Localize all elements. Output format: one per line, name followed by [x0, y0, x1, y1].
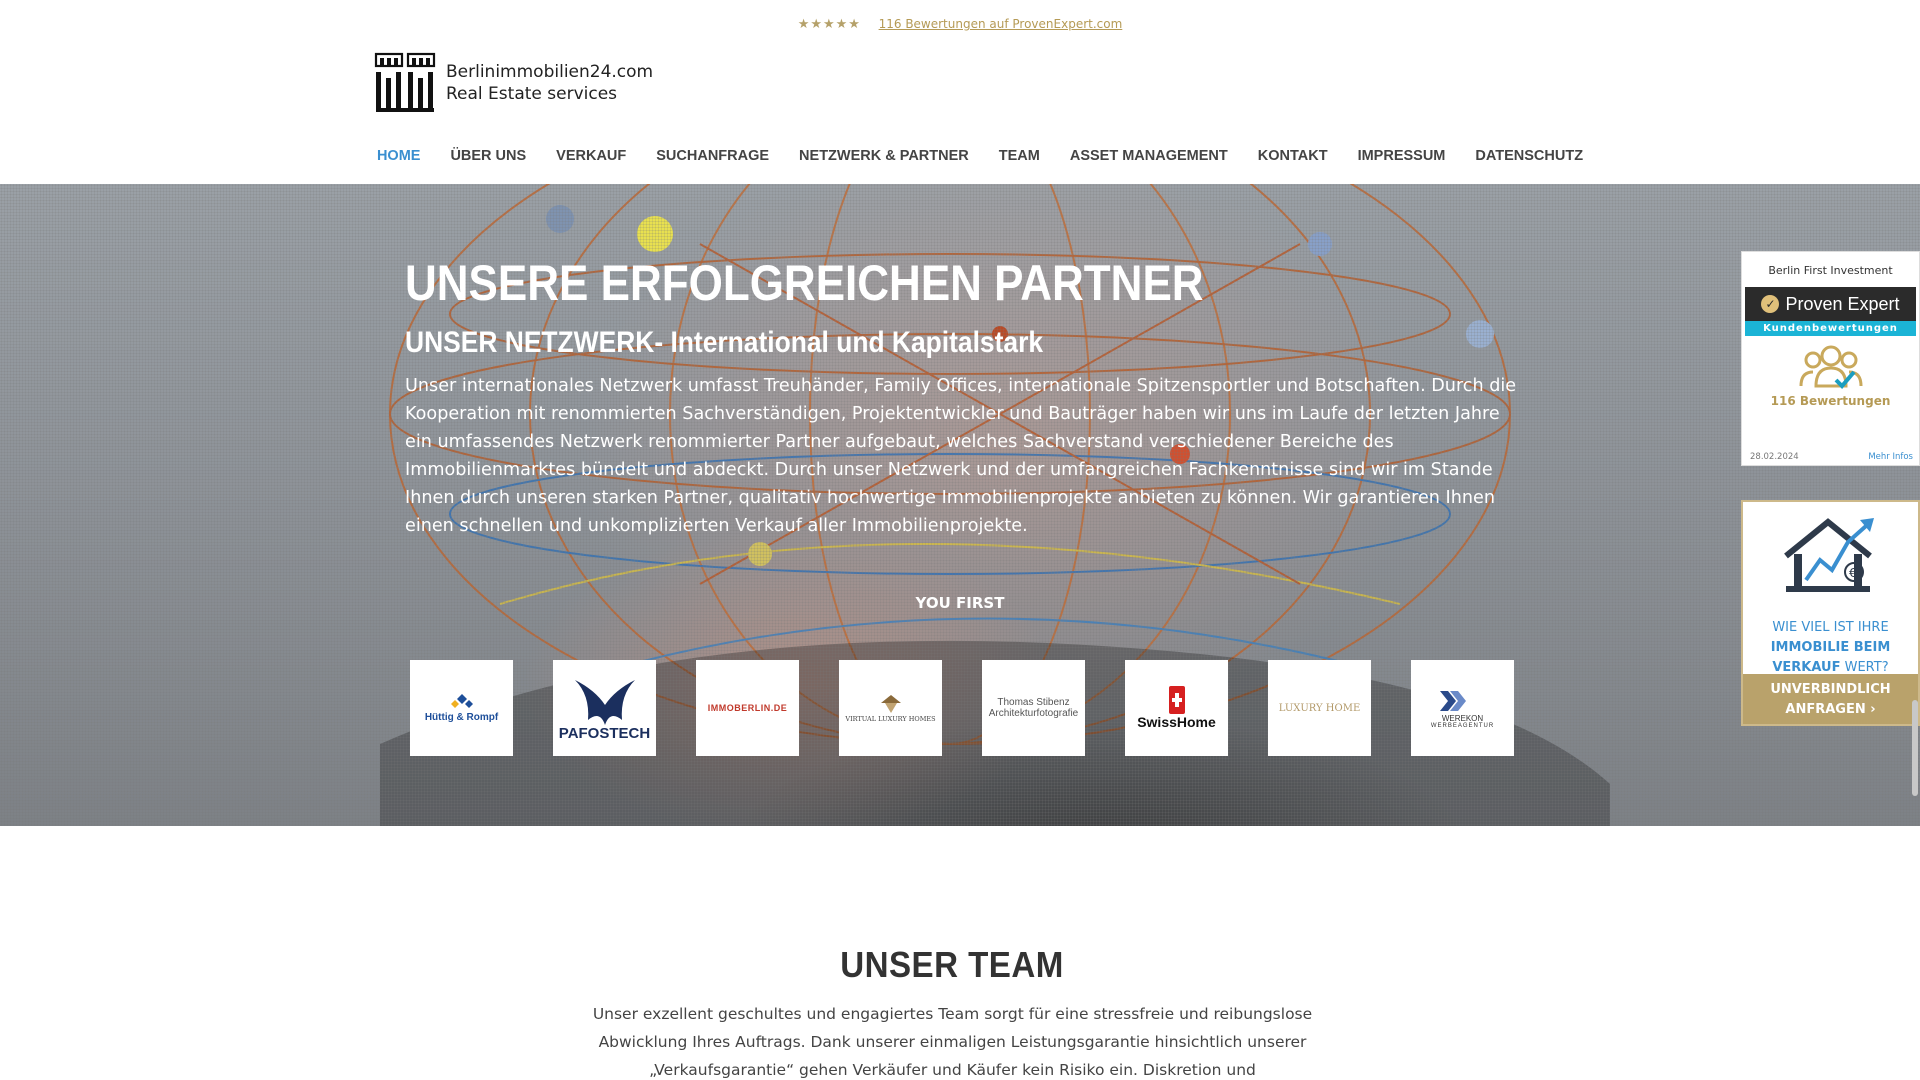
virtual-luxury-house-icon — [880, 695, 901, 713]
page-scrollbar[interactable] — [1912, 700, 1918, 796]
nav-item-netzwerk-partner[interactable]: NETZWERK & PARTNER — [784, 148, 984, 164]
you-first-label: YOU FIRST — [915, 594, 1005, 612]
partner-logo-swisshome[interactable]: SwissHome — [1125, 660, 1228, 756]
hero-body-text: Unser internationales Netzwerk umfasst T… — [405, 376, 1517, 536]
reviews-link[interactable]: 116 Bewertungen auf ProvenExpert.com — [879, 17, 1123, 31]
valuation-widget[interactable]: € WIE VIEL IST IHRE IMMOBILIE BEIM VERKA… — [1741, 500, 1920, 726]
swisshome-cross-icon — [1168, 686, 1185, 714]
partner-logo-virtual-luxury-homes[interactable]: VIRTUAL LUXURY HOMES — [839, 660, 942, 756]
team-section-text: Unser exzellent geschultes und engagiert… — [592, 1005, 1313, 1079]
building-columns-logo-icon — [374, 52, 436, 112]
provenexpert-widget[interactable]: Berlin First Investment ✓ Proven Expert … — [1741, 251, 1920, 466]
nav-item-datenschutz[interactable]: DATENSCHUTZ — [1460, 148, 1598, 164]
nav-item-suchanfrage[interactable]: SUCHANFRAGE — [641, 148, 784, 164]
partner-logo-werekon[interactable]: WEREKON WERBEAGENTUR — [1411, 660, 1514, 756]
rating-bar: ★★★★★ 116 Bewertungen auf ProvenExpert.c… — [0, 16, 1920, 38]
main-nav: HOME ÜBER UNS VERKAUF SUCHANFRAGE NETZWE… — [0, 148, 1920, 164]
nav-item-team[interactable]: TEAM — [984, 148, 1055, 164]
pafostech-emblem-icon — [574, 679, 635, 725]
logo-title: Berlinimmobilien24.com — [446, 62, 654, 82]
nav-item-impressum[interactable]: IMPRESSUM — [1343, 148, 1461, 164]
pe-date: 28.02.2024 — [1750, 452, 1799, 462]
nav-item-ueber-uns[interactable]: ÜBER UNS — [435, 148, 541, 164]
partner-logo-thomas-stibenz[interactable]: Thomas Stibenz Architekturfotografie — [982, 660, 1085, 756]
people-check-icon — [1742, 342, 1919, 394]
hero-section: UNSERE ERFOLGREICHEN PARTNER UNSER NETZW… — [0, 184, 1920, 826]
pe-kundenbewertungen-label: Kundenbewertungen — [1745, 321, 1916, 336]
pe-more-info-link[interactable]: Mehr Infos — [1868, 452, 1913, 462]
house-chart-icon: € — [1743, 514, 1918, 598]
team-section-title: UNSER TEAM — [840, 944, 1064, 985]
partner-logo-luxury-home[interactable]: LUXURY HOME — [1268, 660, 1371, 756]
nav-item-asset-management[interactable]: ASSET MANAGEMENT — [1055, 148, 1243, 164]
partner-logo-huettig-rompf[interactable]: Hüttig & Rompf — [410, 660, 513, 756]
svg-text:€: € — [1849, 566, 1857, 580]
nav-item-kontakt[interactable]: KONTAKT — [1243, 148, 1343, 164]
rating-stars-icon: ★★★★★ — [797, 16, 861, 31]
chevron-right-icon: › — [1870, 702, 1876, 717]
pe-company-name: Berlin First Investment — [1768, 264, 1893, 277]
valuation-text: WIE VIEL IST IHRE IMMOBILIE BEIM VERKAUF… — [1770, 620, 1891, 675]
pe-review-count: 116 Bewertungen — [1770, 394, 1891, 408]
hero-subtitle: UNSER NETZWERK- International und Kapita… — [405, 326, 1044, 359]
nav-item-home[interactable]: HOME — [362, 148, 436, 164]
valuation-cta-button[interactable]: UNVERBINDLICH ANFRAGEN › — [1743, 674, 1918, 724]
huettig-diamond-icon — [450, 693, 473, 708]
site-logo[interactable]: Berlinimmobilien24.com Real Estate servi… — [374, 52, 653, 114]
hero-title: UNSERE ERFOLGREICHEN PARTNER — [405, 255, 1204, 311]
partner-logo-immoberlin[interactable]: IMMOBERLIN.DE — [696, 660, 799, 756]
logo-subtitle: Real Estate services — [446, 84, 618, 104]
werekon-chevrons-icon — [1439, 690, 1466, 711]
partner-logos: Hüttig & Rompf PAFOSTECH IMMOBERLIN.DE V… — [410, 660, 1514, 756]
partner-logo-pafostech[interactable]: PAFOSTECH — [553, 660, 656, 756]
check-icon: ✓ — [1761, 295, 1780, 313]
pe-brand-bar: ✓ Proven Expert — [1745, 287, 1916, 321]
nav-item-verkauf[interactable]: VERKAUF — [541, 148, 641, 164]
